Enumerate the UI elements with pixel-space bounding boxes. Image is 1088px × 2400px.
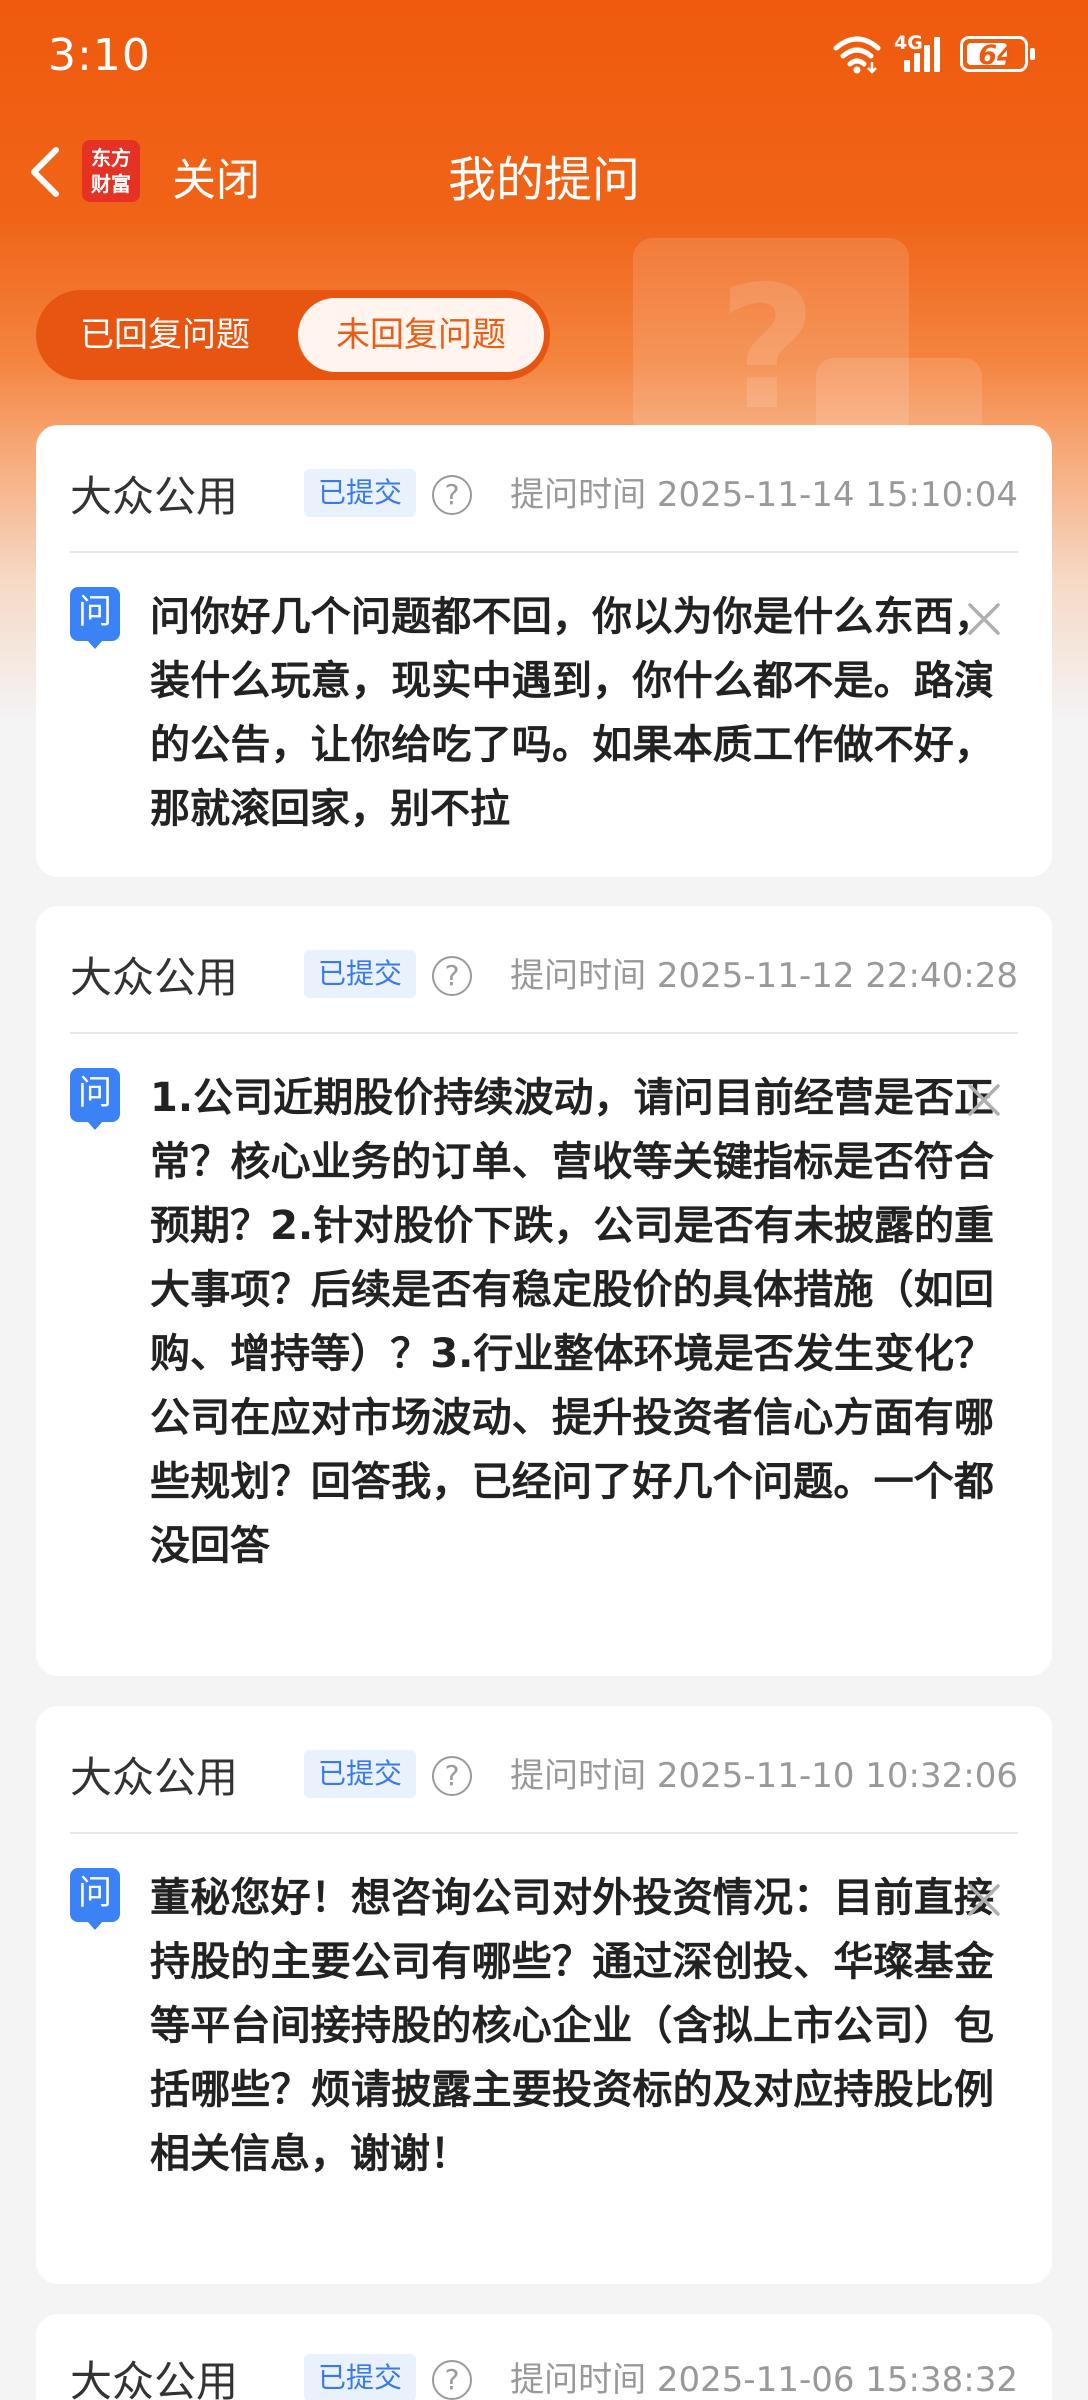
nav-bar: 东方 财富 关闭 我的提问 <box>0 130 1088 214</box>
ask-icon: 问 <box>70 587 120 649</box>
ask-time: 提问时间 2025-11-06 15:38:32 <box>510 2360 1018 2400</box>
company-name: 大众公用 <box>70 1753 239 1802</box>
wifi-icon <box>833 36 881 74</box>
company-name: 大众公用 <box>70 472 239 521</box>
question-card[interactable]: 大众公用 已提交 ? 提问时间 2025-11-12 22:40:28 问 1.… <box>36 906 1052 1676</box>
question-card[interactable]: 大众公用 已提交 ? 提问时间 2025-11-06 15:38:32 <box>36 2314 1052 2400</box>
question-card[interactable]: 大众公用 已提交 ? 提问时间 2025-11-14 15:10:04 问 问你… <box>36 425 1052 877</box>
company-name: 大众公用 <box>70 953 239 1002</box>
question-text: 问你好几个问题都不回，你以为你是什么东西，装什么玩意，现实中遇到，你什么都不是。… <box>150 594 994 832</box>
status-time: 3:10 <box>48 30 151 81</box>
ask-time: 提问时间 2025-11-14 15:10:04 <box>510 475 1018 515</box>
battery-icon: 64 <box>960 36 1036 74</box>
battery-cap <box>1030 48 1035 60</box>
card-header: 大众公用 已提交 ? 提问时间 2025-11-06 15:38:32 <box>70 2310 1018 2400</box>
question-card[interactable]: 大众公用 已提交 ? 提问时间 2025-11-10 10:32:06 问 董秘… <box>36 1706 1052 2284</box>
delete-icon[interactable] <box>964 1080 1004 1120</box>
help-icon[interactable]: ? <box>432 475 472 515</box>
question-text: 董秘您好！想咨询公司对外投资情况：目前直接持股的主要公司有哪些？通过深创投、华璨… <box>150 1875 994 2177</box>
help-icon[interactable]: ? <box>432 956 472 996</box>
help-icon[interactable]: ? <box>432 1756 472 1796</box>
status-badge: 已提交 <box>304 2354 417 2400</box>
battery-level: 64 <box>978 40 1016 71</box>
battery-body: 64 <box>960 36 1028 72</box>
ask-icon: 问 <box>70 1868 120 1930</box>
decoration-question-mark: ? <box>718 250 817 448</box>
delete-icon[interactable] <box>964 1880 1004 1920</box>
status-badge: 已提交 <box>304 1750 417 1798</box>
status-bar: 3:10 4G 64 <box>0 0 1088 112</box>
status-badge: 已提交 <box>304 950 417 998</box>
card-header: 大众公用 已提交 ? 提问时间 2025-11-12 22:40:28 <box>70 906 1018 1034</box>
card-header: 大众公用 已提交 ? 提问时间 2025-11-14 15:10:04 <box>70 425 1018 553</box>
ask-time: 提问时间 2025-11-10 10:32:06 <box>510 1756 1018 1796</box>
signal-icon <box>904 37 940 72</box>
company-name: 大众公用 <box>70 2357 239 2400</box>
help-icon[interactable]: ? <box>432 2360 472 2400</box>
ask-icon: 问 <box>70 1068 120 1130</box>
tab-unanswered[interactable]: 未回复问题 <box>298 298 544 372</box>
card-header: 大众公用 已提交 ? 提问时间 2025-11-10 10:32:06 <box>70 1706 1018 1834</box>
delete-icon[interactable] <box>964 599 1004 639</box>
ask-time: 提问时间 2025-11-12 22:40:28 <box>510 956 1018 996</box>
question-tabs: 已回复问题 未回复问题 <box>36 290 550 380</box>
status-badge: 已提交 <box>304 469 417 517</box>
question-text: 1.公司近期股价持续波动，请问目前经营是否正常？核心业务的订单、营收等关键指标是… <box>150 1075 994 1569</box>
tab-answered[interactable]: 已回复问题 <box>36 290 294 380</box>
page-title: 我的提问 <box>447 152 640 208</box>
my-questions-page: ? 3:10 4G 64 东方 财富 关闭 我的提问 已回复问题 未回复问题 大… <box>0 0 1088 2400</box>
